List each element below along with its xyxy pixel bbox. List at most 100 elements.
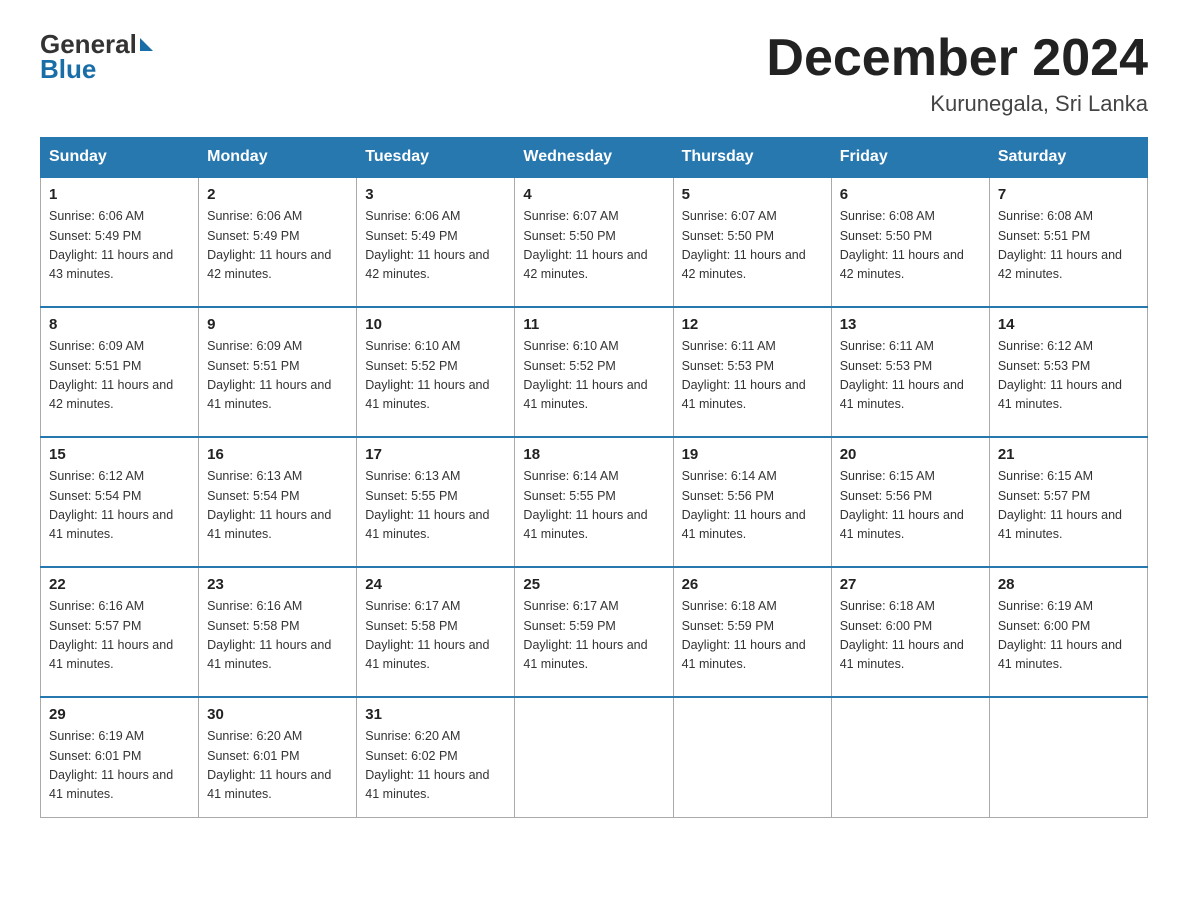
day-info: Sunrise: 6:07 AMSunset: 5:50 PMDaylight:… bbox=[523, 207, 664, 285]
calendar-cell: 20 Sunrise: 6:15 AMSunset: 5:56 PMDayligh… bbox=[831, 437, 989, 567]
calendar-cell bbox=[989, 697, 1147, 817]
week-row-2: 8Sunrise: 6:09 AMSunset: 5:51 PMDaylight… bbox=[41, 307, 1148, 437]
logo-chevron-icon bbox=[140, 38, 153, 51]
day-info: Sunrise: 6:12 AMSunset: 5:54 PMDaylight:… bbox=[49, 467, 190, 545]
day-number: 6 bbox=[840, 186, 981, 203]
header-monday: Monday bbox=[199, 138, 357, 178]
day-number: 24 bbox=[365, 576, 506, 593]
day-number: 3 bbox=[365, 186, 506, 203]
day-number: 11 bbox=[523, 316, 664, 333]
day-info: Sunrise: 6:20 AMSunset: 6:02 PMDaylight:… bbox=[365, 727, 506, 805]
day-number: 30 bbox=[207, 706, 348, 723]
header-thursday: Thursday bbox=[673, 138, 831, 178]
day-info: Sunrise: 6:06 AMSunset: 5:49 PMDaylight:… bbox=[365, 207, 506, 285]
calendar-cell: 15 Sunrise: 6:12 AMSunset: 5:54 PMDayligh… bbox=[41, 437, 199, 567]
calendar-cell: 25Sunrise: 6:17 AMSunset: 5:59 PMDayligh… bbox=[515, 567, 673, 697]
calendar-header-row: SundayMondayTuesdayWednesdayThursdayFrid… bbox=[41, 138, 1148, 178]
day-number: 14 bbox=[998, 316, 1139, 333]
day-number: 23 bbox=[207, 576, 348, 593]
calendar-cell: 22 Sunrise: 6:16 AMSunset: 5:57 PMDayligh… bbox=[41, 567, 199, 697]
day-info: Sunrise: 6:18 AMSunset: 6:00 PMDaylight:… bbox=[840, 597, 981, 675]
day-info: Sunrise: 6:19 AMSunset: 6:00 PMDaylight:… bbox=[998, 597, 1139, 675]
header-tuesday: Tuesday bbox=[357, 138, 515, 178]
day-info: Sunrise: 6:13 AMSunset: 5:55 PMDaylight:… bbox=[365, 467, 506, 545]
month-title: December 2024 bbox=[766, 30, 1148, 87]
calendar-cell: 28 Sunrise: 6:19 AMSunset: 6:00 PMDayligh… bbox=[989, 567, 1147, 697]
calendar-cell: 13 Sunrise: 6:11 AMSunset: 5:53 PMDayligh… bbox=[831, 307, 989, 437]
day-number: 5 bbox=[682, 186, 823, 203]
calendar-cell: 30 Sunrise: 6:20 AMSunset: 6:01 PMDayligh… bbox=[199, 697, 357, 817]
calendar-cell: 7Sunrise: 6:08 AMSunset: 5:51 PMDaylight… bbox=[989, 177, 1147, 307]
day-info: Sunrise: 6:16 AMSunset: 5:58 PMDaylight:… bbox=[207, 597, 348, 675]
day-info: Sunrise: 6:15 AMSunset: 5:57 PMDaylight:… bbox=[998, 467, 1139, 545]
day-number: 29 bbox=[49, 706, 190, 723]
day-number: 17 bbox=[365, 446, 506, 463]
day-number: 20 bbox=[840, 446, 981, 463]
calendar-cell: 23 Sunrise: 6:16 AMSunset: 5:58 PMDayligh… bbox=[199, 567, 357, 697]
day-info: Sunrise: 6:15 AMSunset: 5:56 PMDaylight:… bbox=[840, 467, 981, 545]
day-info: Sunrise: 6:16 AMSunset: 5:57 PMDaylight:… bbox=[49, 597, 190, 675]
day-info: Sunrise: 6:20 AMSunset: 6:01 PMDaylight:… bbox=[207, 727, 348, 805]
title-area: December 2024 Kurunegala, Sri Lanka bbox=[766, 30, 1148, 117]
day-number: 12 bbox=[682, 316, 823, 333]
day-info: Sunrise: 6:13 AMSunset: 5:54 PMDaylight:… bbox=[207, 467, 348, 545]
calendar-cell: 26Sunrise: 6:18 AMSunset: 5:59 PMDayligh… bbox=[673, 567, 831, 697]
calendar-cell: 29 Sunrise: 6:19 AMSunset: 6:01 PMDayligh… bbox=[41, 697, 199, 817]
day-number: 7 bbox=[998, 186, 1139, 203]
day-info: Sunrise: 6:19 AMSunset: 6:01 PMDaylight:… bbox=[49, 727, 190, 805]
calendar-cell: 18 Sunrise: 6:14 AMSunset: 5:55 PMDayligh… bbox=[515, 437, 673, 567]
week-row-5: 29 Sunrise: 6:19 AMSunset: 6:01 PMDayligh… bbox=[41, 697, 1148, 817]
calendar-cell: 11 Sunrise: 6:10 AMSunset: 5:52 PMDayligh… bbox=[515, 307, 673, 437]
calendar-cell: 1 Sunrise: 6:06 AMSunset: 5:49 PMDaylight… bbox=[41, 177, 199, 307]
calendar-cell: 21 Sunrise: 6:15 AMSunset: 5:57 PMDayligh… bbox=[989, 437, 1147, 567]
logo: General Blue bbox=[40, 30, 153, 83]
day-info: Sunrise: 6:09 AMSunset: 5:51 PMDaylight:… bbox=[207, 337, 348, 415]
day-info: Sunrise: 6:09 AMSunset: 5:51 PMDaylight:… bbox=[49, 337, 190, 415]
day-info: Sunrise: 6:17 AMSunset: 5:59 PMDaylight:… bbox=[523, 597, 664, 675]
header-sunday: Sunday bbox=[41, 138, 199, 178]
day-info: Sunrise: 6:10 AMSunset: 5:52 PMDaylight:… bbox=[523, 337, 664, 415]
day-number: 13 bbox=[840, 316, 981, 333]
day-info: Sunrise: 6:12 AMSunset: 5:53 PMDaylight:… bbox=[998, 337, 1139, 415]
day-info: Sunrise: 6:08 AMSunset: 5:50 PMDaylight:… bbox=[840, 207, 981, 285]
day-number: 15 bbox=[49, 446, 190, 463]
day-number: 9 bbox=[207, 316, 348, 333]
week-row-4: 22 Sunrise: 6:16 AMSunset: 5:57 PMDayligh… bbox=[41, 567, 1148, 697]
day-number: 27 bbox=[840, 576, 981, 593]
day-number: 16 bbox=[207, 446, 348, 463]
calendar-cell: 19Sunrise: 6:14 AMSunset: 5:56 PMDayligh… bbox=[673, 437, 831, 567]
day-number: 31 bbox=[365, 706, 506, 723]
day-info: Sunrise: 6:10 AMSunset: 5:52 PMDaylight:… bbox=[365, 337, 506, 415]
header-wednesday: Wednesday bbox=[515, 138, 673, 178]
calendar-cell: 24 Sunrise: 6:17 AMSunset: 5:58 PMDayligh… bbox=[357, 567, 515, 697]
calendar-cell: 14 Sunrise: 6:12 AMSunset: 5:53 PMDayligh… bbox=[989, 307, 1147, 437]
day-info: Sunrise: 6:14 AMSunset: 5:55 PMDaylight:… bbox=[523, 467, 664, 545]
week-row-3: 15 Sunrise: 6:12 AMSunset: 5:54 PMDayligh… bbox=[41, 437, 1148, 567]
calendar-cell: 2Sunrise: 6:06 AMSunset: 5:49 PMDaylight… bbox=[199, 177, 357, 307]
day-number: 2 bbox=[207, 186, 348, 203]
day-info: Sunrise: 6:11 AMSunset: 5:53 PMDaylight:… bbox=[840, 337, 981, 415]
calendar-cell: 10 Sunrise: 6:10 AMSunset: 5:52 PMDayligh… bbox=[357, 307, 515, 437]
day-number: 10 bbox=[365, 316, 506, 333]
calendar-table: SundayMondayTuesdayWednesdayThursdayFrid… bbox=[40, 137, 1148, 818]
day-number: 22 bbox=[49, 576, 190, 593]
location-label: Kurunegala, Sri Lanka bbox=[766, 91, 1148, 117]
logo-blue-text: Blue bbox=[40, 55, 153, 84]
day-number: 19 bbox=[682, 446, 823, 463]
week-row-1: 1 Sunrise: 6:06 AMSunset: 5:49 PMDaylight… bbox=[41, 177, 1148, 307]
day-number: 21 bbox=[998, 446, 1139, 463]
day-info: Sunrise: 6:17 AMSunset: 5:58 PMDaylight:… bbox=[365, 597, 506, 675]
calendar-cell: 17 Sunrise: 6:13 AMSunset: 5:55 PMDayligh… bbox=[357, 437, 515, 567]
day-number: 26 bbox=[682, 576, 823, 593]
day-info: Sunrise: 6:06 AMSunset: 5:49 PMDaylight:… bbox=[49, 207, 190, 285]
day-number: 18 bbox=[523, 446, 664, 463]
calendar-cell: 8Sunrise: 6:09 AMSunset: 5:51 PMDaylight… bbox=[41, 307, 199, 437]
calendar-cell bbox=[831, 697, 989, 817]
header-saturday: Saturday bbox=[989, 138, 1147, 178]
header-friday: Friday bbox=[831, 138, 989, 178]
calendar-cell: 3 Sunrise: 6:06 AMSunset: 5:49 PMDaylight… bbox=[357, 177, 515, 307]
day-number: 1 bbox=[49, 186, 190, 203]
calendar-cell: 9 Sunrise: 6:09 AMSunset: 5:51 PMDaylight… bbox=[199, 307, 357, 437]
page-header: General Blue December 2024 Kurunegala, S… bbox=[40, 30, 1148, 117]
day-number: 28 bbox=[998, 576, 1139, 593]
